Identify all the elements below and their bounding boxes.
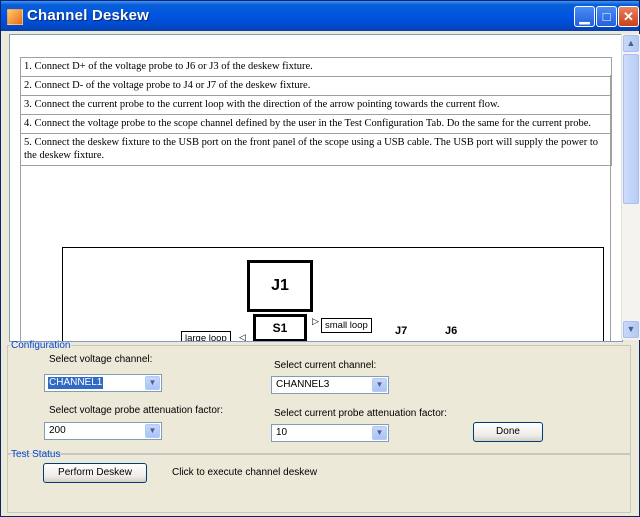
connector-j6: J6 [445,325,458,337]
chevron-up-icon: ▲ [626,38,636,48]
perform-deskew-button[interactable]: Perform Deskew [43,463,147,483]
chevron-down-icon[interactable]: ▼ [145,376,160,390]
configuration-legend: Configuration [11,340,71,351]
instruction-step-1: 1. Connect D+ of the voltage probe to J6… [21,58,611,77]
chevron-down-icon[interactable]: ▼ [372,426,387,440]
chevron-down-icon[interactable]: ▼ [372,378,387,392]
close-icon: ✕ [623,9,634,24]
connector-j1: J1 [247,260,313,312]
channel-deskew-window: Channel Deskew ▁ □ ✕ 1. Connect D+ of th… [0,0,640,517]
close-button[interactable]: ✕ [618,6,639,27]
instruction-list: 1. Connect D+ of the voltage probe to J6… [20,57,612,166]
switch-s1: S1 [253,314,307,341]
test-status-legend: Test Status [11,449,61,460]
minimize-icon: ▁ [579,9,590,24]
instruction-step-2: 2. Connect D- of the voltage probe to J4… [21,77,611,96]
scrollbar-thumb[interactable] [623,54,639,204]
instruction-step-3: 3. Connect the current probe to the curr… [21,96,611,115]
voltage-attenuation-value: 200 [49,425,66,436]
connector-j7: J7 [395,325,408,337]
voltage-channel-value: CHANNEL1 [48,377,104,389]
current-attenuation-value: 10 [276,427,288,438]
table-border-left [20,75,21,341]
table-border-right [610,75,611,341]
maximize-icon: □ [602,9,611,24]
done-button[interactable]: Done [473,422,543,442]
voltage-attenuation-label: Select voltage probe attenuation factor: [49,405,224,416]
voltage-attenuation-select[interactable]: 200 ▼ [44,422,162,440]
instruction-step-5: 5. Connect the deskew fixture to the USB… [21,134,611,166]
current-channel-value: CHANNEL3 [276,379,330,390]
chevron-down-icon[interactable]: ▼ [145,424,160,438]
chevron-down-icon: ▼ [626,324,636,334]
app-icon [7,9,23,25]
scroll-up-button[interactable]: ▲ [623,35,639,52]
current-attenuation-select[interactable]: 10 ▼ [271,424,389,442]
instructions-panel[interactable]: 1. Connect D+ of the voltage probe to J6… [9,34,623,342]
deskew-fixture-diagram: J1 S1 ▷ small loop large loop ◁ J7 J6 [62,247,604,341]
voltage-channel-label: Select voltage channel: [49,354,153,365]
instruction-step-4: 4. Connect the voltage probe to the scop… [21,115,611,134]
small-loop-arrow-icon: ▷ [312,316,319,326]
vertical-scrollbar[interactable]: ▲ ▼ [621,34,640,340]
title-bar[interactable]: Channel Deskew ▁ □ ✕ [1,1,639,31]
maximize-button[interactable]: □ [596,6,617,27]
current-channel-select[interactable]: CHANNEL3 ▼ [271,376,389,394]
current-channel-label: Select current channel: [274,360,377,371]
status-hint-text: Click to execute channel deskew [172,467,318,478]
minimize-button[interactable]: ▁ [574,6,595,27]
current-attenuation-label: Select current probe attenuation factor: [274,408,447,419]
small-loop-label: small loop [321,318,372,333]
scroll-down-button[interactable]: ▼ [623,321,639,338]
window-title: Channel Deskew [27,7,150,24]
voltage-channel-select[interactable]: CHANNEL1 ▼ [44,374,162,392]
